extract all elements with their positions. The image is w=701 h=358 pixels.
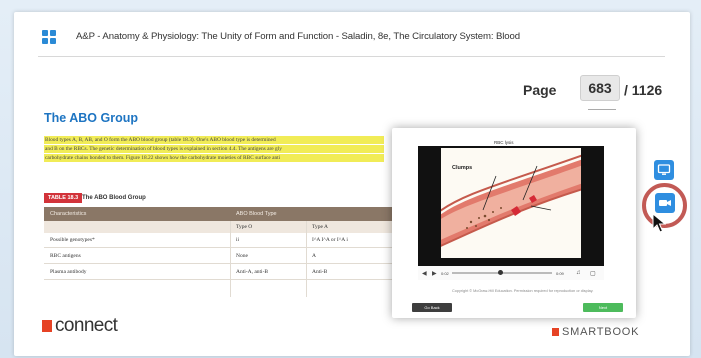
smartbook-logo-mark bbox=[552, 328, 559, 336]
highlighted-line: and B on the RBCs. The genetic determina… bbox=[44, 145, 384, 153]
header-divider bbox=[38, 56, 665, 57]
display-button[interactable] bbox=[654, 160, 674, 180]
video-copyright: Copyright © McGraw-Hill Education. Permi… bbox=[452, 289, 594, 293]
video-seek-bar[interactable] bbox=[452, 270, 552, 275]
video-camera-icon bbox=[659, 200, 671, 206]
play-icon[interactable]: ▶ bbox=[432, 270, 437, 277]
seek-knob[interactable] bbox=[498, 270, 503, 275]
table-divider bbox=[306, 221, 307, 297]
table-header-left: Characteristics bbox=[50, 211, 87, 217]
connect-logo: connect bbox=[42, 315, 118, 336]
table-divider bbox=[230, 221, 231, 297]
page-total: / 1126 bbox=[624, 82, 663, 98]
connect-logo-text: connect bbox=[55, 315, 118, 336]
video-button[interactable] bbox=[655, 193, 675, 213]
table-cell: None bbox=[236, 253, 248, 259]
table-subheader-a: Type A bbox=[312, 224, 328, 230]
volume-icon[interactable]: ♫ bbox=[576, 270, 581, 276]
connect-logo-mark bbox=[42, 319, 52, 332]
table-row: RBC antigens None A bbox=[44, 249, 394, 264]
display-icon bbox=[657, 164, 671, 175]
fullscreen-icon[interactable]: ▢ bbox=[590, 270, 596, 277]
table-cell: Possible genotypes* bbox=[50, 237, 95, 243]
table-caption: The ABO Blood Group bbox=[82, 195, 146, 201]
video-time: 0:02 bbox=[441, 271, 449, 276]
table-subheader: Type O Type A bbox=[44, 221, 394, 233]
table-tag: TABLE 18.3 bbox=[44, 193, 83, 203]
section-title: The ABO Group bbox=[44, 111, 138, 125]
table-cell: I^A I^A or I^A i bbox=[312, 237, 348, 243]
video-annotation: Clumps bbox=[452, 165, 473, 171]
table-cell: Anti-A, anti-B bbox=[236, 269, 269, 275]
table-header: Characteristics ABO Blood Type bbox=[44, 207, 394, 221]
table-row: Plasma antibody Anti-A, anti-B Anti-B bbox=[44, 265, 394, 280]
mouse-pointer-icon bbox=[652, 212, 667, 238]
video-end-time: 0:09 bbox=[556, 271, 564, 276]
highlighted-line: carbohydrate chains bonded to them. Figu… bbox=[44, 154, 384, 162]
table-row: Possible genotypes* ii I^A I^A or I^A i bbox=[44, 233, 394, 248]
rewind-icon[interactable]: ◀ bbox=[422, 270, 427, 277]
table-cell: Anti-B bbox=[312, 269, 328, 275]
go-back-button[interactable]: Go Back bbox=[412, 303, 452, 312]
table-cell: RBC antigens bbox=[50, 253, 81, 259]
smartbook-logo: SMARTBOOK bbox=[552, 326, 639, 338]
page-underline bbox=[588, 109, 616, 110]
highlighted-line: Blood types A, B, AB, and O form the ABO… bbox=[44, 136, 384, 144]
smartbook-logo-text: SMARTBOOK bbox=[562, 326, 640, 338]
book-title: A&P - Anatomy & Physiology: The Unity of… bbox=[76, 31, 521, 42]
page-number-input[interactable]: 683 bbox=[580, 75, 620, 101]
table-header-right: ABO Blood Type bbox=[236, 211, 277, 217]
grid-icon[interactable] bbox=[42, 30, 56, 44]
table-cell: A bbox=[312, 253, 316, 259]
page-label: Page bbox=[523, 82, 557, 98]
table-cell: Plasma antibody bbox=[50, 269, 87, 275]
table-cell: ii bbox=[236, 237, 240, 243]
video-top-caption: RBC lysis bbox=[494, 140, 514, 145]
next-button[interactable]: Next bbox=[583, 303, 623, 312]
table-subheader-o: Type O bbox=[236, 224, 253, 230]
